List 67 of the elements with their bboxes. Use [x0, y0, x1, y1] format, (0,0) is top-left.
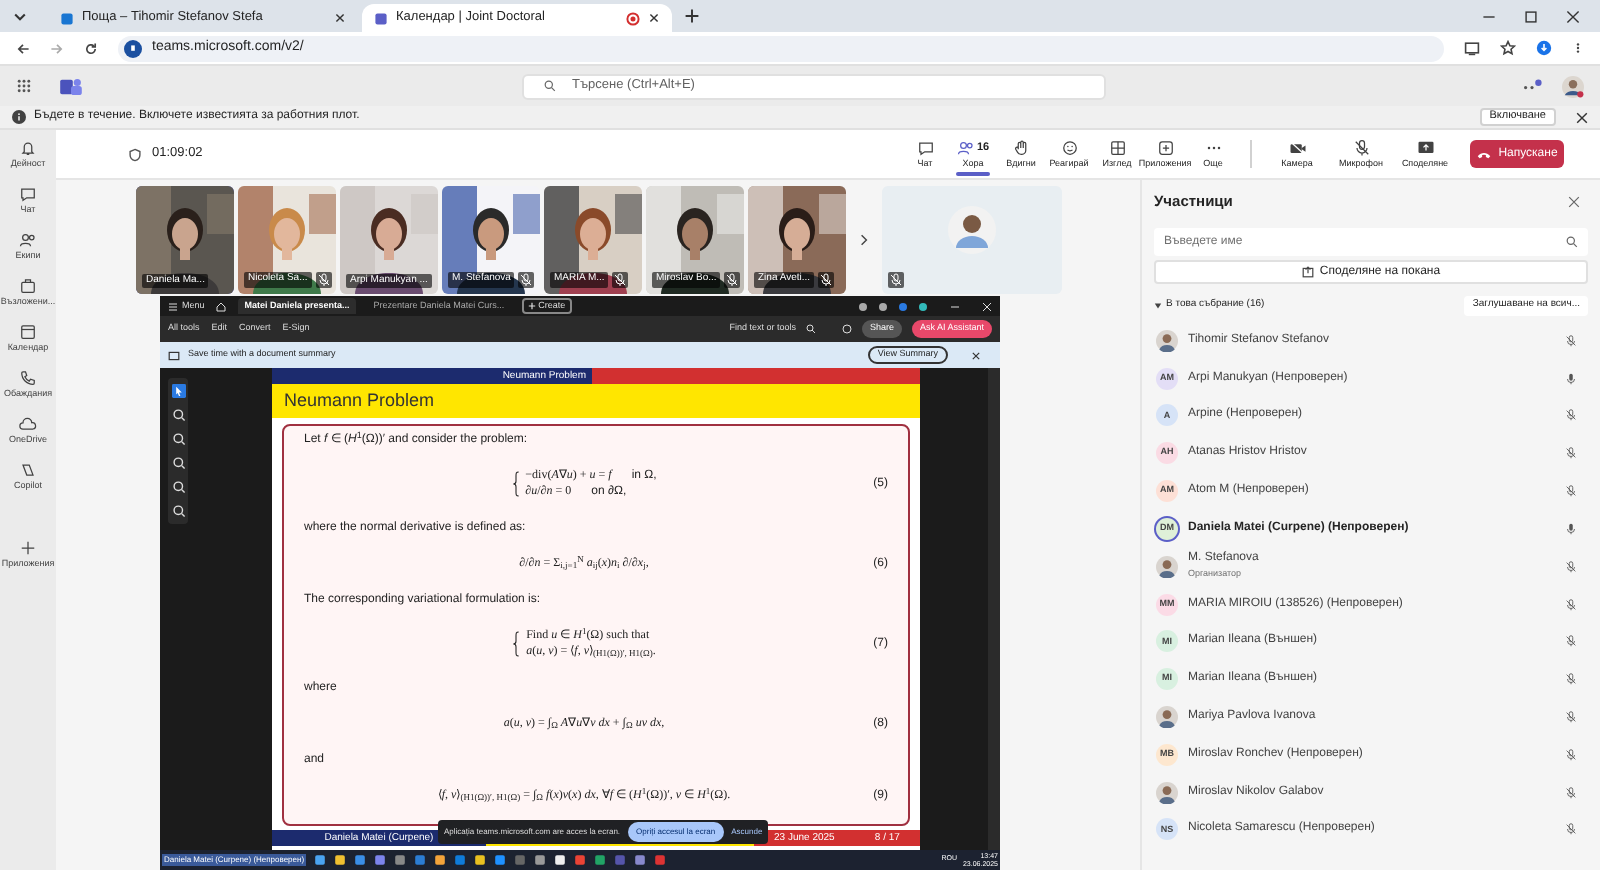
slide-title: Neumann Problem	[272, 384, 920, 418]
search-icon	[544, 80, 556, 92]
back-icon[interactable]	[16, 41, 30, 55]
hamburger-icon	[168, 301, 178, 311]
tool-icon[interactable]	[171, 456, 185, 470]
person-avatar-icon	[1156, 555, 1178, 578]
video-tile[interactable]	[882, 186, 1062, 294]
reload-icon[interactable]	[84, 41, 98, 55]
person-avatar-icon	[1156, 706, 1178, 729]
cloud-icon	[18, 414, 38, 434]
calendar-icon	[18, 322, 38, 342]
tab-list-icon[interactable]	[12, 8, 28, 24]
teams-favicon-icon	[374, 11, 388, 25]
mic-off-icon	[1351, 138, 1371, 158]
copilot-icon	[18, 460, 38, 480]
person-avatar-icon	[948, 206, 996, 254]
close-icon[interactable]	[334, 12, 346, 24]
teams-logo-icon	[60, 77, 82, 95]
person-avatar-icon	[1156, 781, 1178, 804]
close-icon[interactable]	[1566, 9, 1580, 23]
plus-icon	[18, 538, 38, 558]
hang-up-icon	[1476, 149, 1493, 159]
download-icon[interactable]	[1536, 40, 1552, 56]
summary-icon	[168, 349, 180, 361]
recording-icon	[626, 11, 640, 25]
cast-icon[interactable]	[1464, 40, 1480, 56]
share-icon	[1415, 138, 1435, 158]
tool-icon[interactable]	[171, 480, 185, 494]
more-icon[interactable]	[1522, 78, 1542, 94]
info-icon	[12, 110, 26, 124]
close-icon[interactable]	[1576, 111, 1588, 123]
bag-icon	[18, 276, 38, 296]
menu-icon[interactable]	[1572, 40, 1584, 56]
apps-icon	[1155, 138, 1175, 158]
shield-icon	[128, 147, 142, 161]
comment-icon[interactable]	[841, 324, 852, 334]
mail-favicon-icon	[60, 11, 74, 25]
phone-icon	[18, 368, 38, 388]
collapse-icon[interactable]	[1154, 302, 1162, 310]
people-icon	[956, 138, 977, 158]
tool-icon[interactable]	[171, 408, 185, 422]
home-icon[interactable]	[216, 301, 227, 311]
tool-icon[interactable]	[171, 432, 185, 446]
user-avatar-icon[interactable]	[1562, 75, 1584, 97]
chat-icon	[18, 184, 38, 204]
chat-icon	[915, 138, 935, 158]
grid-icon	[1107, 138, 1127, 158]
bookmark-star-icon[interactable]	[1500, 40, 1516, 56]
hand-icon	[1011, 138, 1031, 158]
new-tab-icon[interactable]	[684, 8, 700, 24]
tool-icon[interactable]	[171, 504, 185, 518]
close-icon[interactable]	[648, 12, 660, 24]
smile-icon	[1059, 138, 1079, 158]
app-launcher-icon[interactable]	[16, 78, 32, 94]
site-info-icon[interactable]	[124, 39, 142, 57]
restore-icon[interactable]	[1524, 9, 1538, 23]
people-icon	[18, 230, 38, 250]
close-icon[interactable]	[972, 351, 980, 359]
select-tool-icon[interactable]	[171, 384, 185, 398]
share-icon	[1301, 266, 1314, 278]
person-avatar-icon	[1156, 329, 1178, 352]
search-icon	[1566, 236, 1578, 248]
search-icon[interactable]	[805, 324, 816, 334]
minimize-icon[interactable]	[950, 301, 960, 311]
camera-off-icon	[1287, 138, 1307, 158]
plus-icon	[528, 302, 537, 310]
bell-icon	[18, 138, 38, 158]
